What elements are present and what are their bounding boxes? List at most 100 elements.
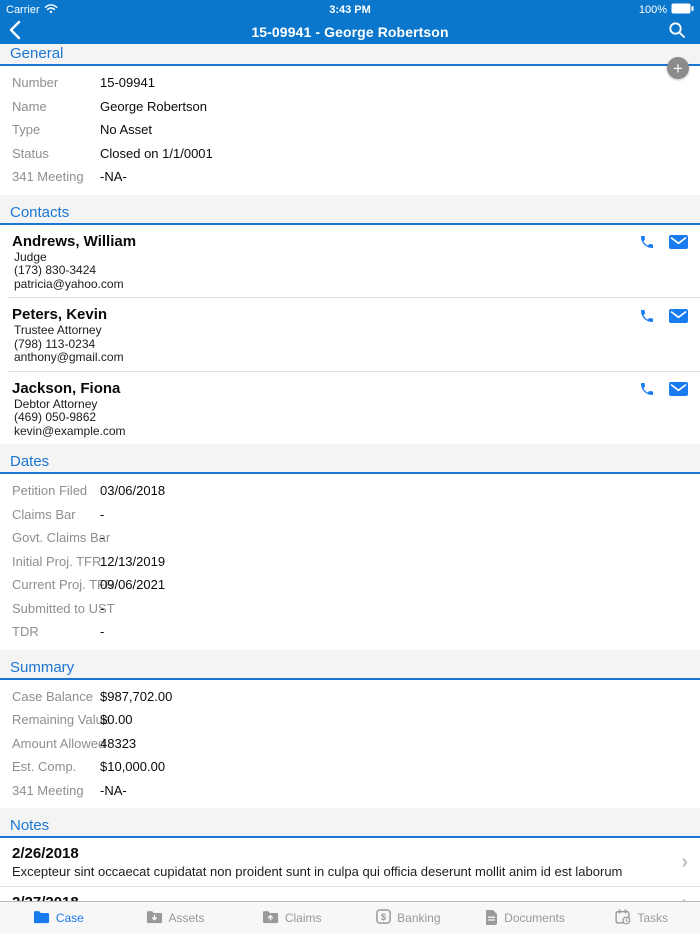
- tab-label: Case: [56, 911, 84, 925]
- general-row: Number15-09941: [0, 71, 700, 95]
- section-header-dates: Dates: [0, 444, 700, 474]
- tab-banking[interactable]: $ Banking: [350, 902, 467, 934]
- section-header-notes: Notes: [0, 808, 700, 838]
- notes-section: 2/26/2018 Excepteur sint occaecat cupida…: [0, 838, 700, 901]
- page-title: 15-09941 - George Robertson: [0, 24, 700, 40]
- field-value: 12/13/2019: [100, 554, 165, 569]
- field-label: Remaining Value: [12, 712, 110, 727]
- email-button[interactable]: [669, 307, 688, 324]
- dates-row: Current Proj. TFR09/06/2021: [0, 573, 700, 597]
- dates-row: Petition Filed 03/06/2018: [0, 479, 700, 503]
- general-row: Type No Asset: [0, 118, 700, 142]
- tab-label: Documents: [504, 911, 565, 925]
- field-value: -NA-: [100, 169, 127, 184]
- field-label: Type: [12, 122, 40, 137]
- field-label: 341 Meeting: [12, 169, 84, 184]
- summary-row: 341 Meeting -NA-: [0, 779, 700, 803]
- documents-page-icon: [485, 909, 498, 928]
- nav-bar: 15-09941 - George Robertson: [0, 20, 700, 44]
- tab-case[interactable]: Case: [0, 902, 117, 934]
- field-value: No Asset: [100, 122, 152, 137]
- email-button[interactable]: [669, 234, 688, 251]
- field-label: Name: [12, 99, 47, 114]
- call-button[interactable]: [637, 381, 656, 398]
- case-folder-icon: [33, 910, 50, 927]
- summary-row: Est. Comp.$10,000.00: [0, 755, 700, 779]
- section-header-summary: Summary: [0, 650, 700, 680]
- contact-name: Peters, Kevin: [12, 306, 630, 324]
- contact-phone: (173) 830-3424: [12, 264, 630, 278]
- chevron-right-icon: ›: [681, 851, 688, 874]
- dates-section: Petition Filed03/06/2018 Claims Bar- Gov…: [0, 474, 700, 650]
- dates-row: Initial Proj. TFR12/13/2019: [0, 550, 700, 574]
- field-label: Govt. Claims Bar: [12, 530, 110, 545]
- field-value: 03/06/2018: [100, 483, 165, 498]
- contact-email: kevin@example.com: [12, 425, 630, 439]
- contact-phone: (469) 050-9862: [12, 411, 630, 425]
- field-value: -: [100, 530, 104, 545]
- add-button[interactable]: +: [667, 57, 689, 79]
- summary-row: Remaining Value$0.00: [0, 708, 700, 732]
- note-item[interactable]: 2/26/2018 Excepteur sint occaecat cupida…: [0, 838, 700, 886]
- tab-assets[interactable]: Assets: [117, 902, 234, 934]
- field-label: Petition Filed: [12, 483, 87, 498]
- tab-label: Tasks: [637, 911, 668, 925]
- field-label: Initial Proj. TFR: [12, 554, 101, 569]
- tab-tasks[interactable]: Tasks: [583, 902, 700, 934]
- field-value: George Robertson: [100, 99, 207, 114]
- contact-phone: (798) 113-0234: [12, 338, 630, 352]
- contact-card[interactable]: Jackson, Fiona Debtor Attorney (469) 050…: [0, 372, 700, 445]
- contact-name: Jackson, Fiona: [12, 380, 630, 398]
- field-value: Closed on 1/1/0001: [100, 146, 213, 161]
- field-value: 15-09941: [100, 75, 155, 90]
- call-button[interactable]: [637, 234, 656, 251]
- dates-row: TDR -: [0, 620, 700, 644]
- field-label: Status: [12, 146, 49, 161]
- email-button[interactable]: [669, 381, 688, 398]
- contact-role: Judge: [12, 251, 630, 265]
- field-label: 341 Meeting: [12, 783, 84, 798]
- dates-row: Claims Bar-: [0, 503, 700, 527]
- note-item[interactable]: 2/27/2018 ›: [0, 887, 700, 901]
- field-value: $10,000.00: [100, 759, 165, 774]
- tab-documents[interactable]: Documents: [467, 902, 584, 934]
- tasks-calendar-clock-icon: [615, 909, 631, 928]
- field-value: $0.00: [100, 712, 133, 727]
- field-value: -: [100, 601, 104, 616]
- assets-folder-download-icon: [146, 910, 163, 927]
- tab-bar: Case Assets Claims $ Banking Documents T…: [0, 901, 700, 934]
- call-button[interactable]: [637, 307, 656, 324]
- contact-role: Trustee Attorney: [12, 324, 630, 338]
- summary-row: Case Balance$987,702.00: [0, 685, 700, 709]
- field-value: -NA-: [100, 783, 127, 798]
- note-text: Excepteur sint occaecat cupidatat non pr…: [12, 863, 666, 880]
- tab-label: Assets: [169, 911, 205, 925]
- svg-text:$: $: [381, 912, 387, 922]
- wifi-icon: [44, 3, 58, 17]
- claims-folder-upload-icon: [262, 910, 279, 927]
- carrier-label: Carrier: [6, 4, 40, 16]
- tab-claims[interactable]: Claims: [233, 902, 350, 934]
- field-label: TDR: [12, 624, 39, 639]
- tab-label: Banking: [397, 911, 440, 925]
- field-value: 48323: [100, 736, 136, 751]
- summary-section: Case Balance$987,702.00 Remaining Value$…: [0, 680, 700, 809]
- note-date: 2/26/2018: [12, 845, 666, 863]
- scroll-area[interactable]: General Number15-09941 NameGeorge Robert…: [0, 44, 700, 901]
- general-row: Status Closed on 1/1/0001: [0, 142, 700, 166]
- contact-name: Andrews, William: [12, 233, 630, 251]
- contact-role: Debtor Attorney: [12, 398, 630, 412]
- contact-card[interactable]: Peters, Kevin Trustee Attorney (798) 113…: [0, 298, 700, 371]
- general-row: 341 Meeting -NA-: [0, 165, 700, 189]
- search-button[interactable]: [668, 21, 688, 41]
- field-label: Claims Bar: [12, 507, 76, 522]
- dates-row: Govt. Claims Bar-: [0, 526, 700, 550]
- field-value: -: [100, 624, 104, 639]
- contact-card[interactable]: Andrews, William Judge (173) 830-3424 pa…: [0, 225, 700, 298]
- summary-row: Amount Allowed48323: [0, 732, 700, 756]
- clock-label: 3:43 PM: [329, 4, 371, 16]
- section-header-contacts: Contacts: [0, 195, 700, 225]
- general-section: Number15-09941 Name George Robertson Type…: [0, 66, 700, 195]
- chevron-right-icon: ›: [681, 892, 688, 902]
- contact-email: anthony@gmail.com: [12, 351, 630, 365]
